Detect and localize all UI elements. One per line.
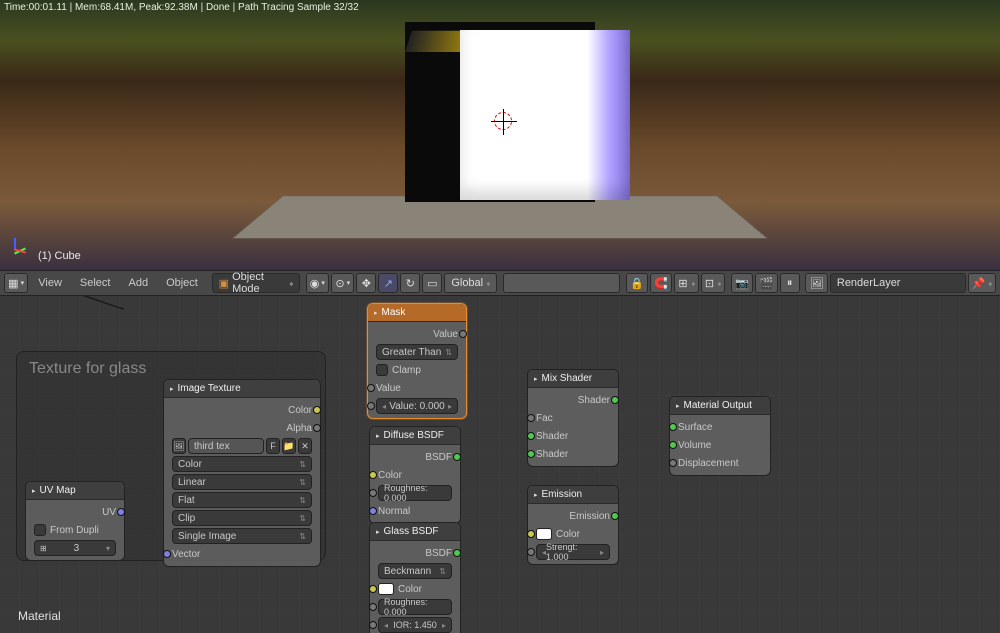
layers-group[interactable] (503, 273, 620, 293)
from-dupli-checkbox[interactable] (34, 524, 46, 536)
node-mask[interactable]: ▸Mask Value Greater Than Clamp Value ◂Va… (367, 303, 467, 419)
socket-in-displacement: Displacement (678, 458, 739, 469)
menu-object[interactable]: Object (158, 277, 206, 289)
socket-in-shader2: Shader (536, 449, 568, 460)
node-title: Mix Shader (542, 373, 593, 384)
orientation-label: Global (451, 277, 483, 289)
uvmap-select[interactable]: ⊞3▾ (34, 540, 116, 556)
renderlayer-icon[interactable]: 🖼 (805, 273, 828, 293)
snap-element[interactable]: ⊞ (674, 273, 699, 293)
mode-select[interactable]: ▣ Object Mode (212, 273, 300, 293)
manipulator-translate[interactable]: ↗ (378, 273, 398, 293)
menu-select[interactable]: Select (72, 277, 119, 289)
mode-label: Object Mode (232, 271, 286, 295)
socket-in-volume: Volume (678, 440, 711, 451)
viewport-shading-button[interactable]: ◉▾ (306, 273, 330, 293)
socket-in-value: Value (376, 383, 401, 394)
material-name-label: Material (18, 609, 61, 623)
node-title: UV Map (40, 485, 76, 496)
socket-out-bsdf: BSDF (425, 452, 452, 463)
ior-field[interactable]: ◂IOR: 1.450▸ (378, 617, 452, 633)
snap-target[interactable]: ⊡ (701, 273, 726, 293)
uvmap-name: 3 (74, 543, 80, 554)
node-title: Emission (542, 489, 583, 500)
menu-add[interactable]: Add (120, 277, 156, 289)
renderlayer-pin[interactable]: 📌 (968, 273, 997, 293)
renderlayer-field[interactable]: RenderLayer (830, 273, 966, 293)
socket-in-shader1: Shader (536, 431, 568, 442)
socket-out-emission: Emission (569, 511, 610, 522)
manipulator-rotate[interactable]: ↻ (400, 273, 420, 293)
socket-in-normal: Normal (378, 506, 410, 517)
value-field[interactable]: ◂Value: 0.000▸ (376, 398, 458, 414)
math-op-select[interactable]: Greater Than (376, 344, 458, 360)
gp-toggle[interactable]: ⏸ (780, 273, 800, 293)
color-swatch[interactable] (536, 528, 552, 540)
node-emission[interactable]: ▸Emission Emission Color ◂Strengt: 1.000… (527, 485, 619, 565)
socket-out-uv: UV (102, 507, 116, 518)
axis-gizmo (8, 238, 32, 262)
socket-out-bsdf: BSDF (425, 548, 452, 559)
menu-view[interactable]: View (30, 277, 70, 289)
node-diffuse-bsdf[interactable]: ▸Diffuse BSDF BSDF Color Roughnes: 0.000… (369, 426, 461, 524)
colorspace-select[interactable]: Color (172, 456, 312, 472)
clamp-label: Clamp (392, 365, 421, 376)
view3d-header: ▦▾ View Select Add Object ▣ Object Mode … (0, 270, 1000, 296)
strength-field[interactable]: ◂Strengt: 1.000▸ (536, 544, 610, 560)
manipulator-toggle[interactable]: ✥ (356, 273, 376, 293)
snap-toggle[interactable]: 🧲 (650, 273, 672, 293)
render-anim-button[interactable]: 🎬 (755, 273, 777, 293)
projection-select[interactable]: Flat (172, 492, 312, 508)
color-swatch[interactable] (378, 583, 394, 595)
lock-camera-button[interactable]: 🔒 (626, 273, 648, 293)
manipulator-scale[interactable]: ▭ (422, 273, 442, 293)
node-mix-shader[interactable]: ▸Mix Shader Shader Fac Shader Shader (527, 369, 619, 467)
clamp-checkbox[interactable] (376, 364, 388, 376)
socket-out-alpha: Alpha (286, 423, 312, 434)
socket-out-shader: Shader (578, 395, 610, 406)
socket-out-color: Color (288, 405, 312, 416)
cube-front (460, 30, 630, 200)
render-image-button[interactable]: 📷 (731, 273, 753, 293)
socket-out-value: Value (433, 329, 458, 340)
viewport-3d[interactable]: Time:00:01.11 | Mem:68.41M, Peak:92.38M … (0, 0, 1000, 270)
node-material-output[interactable]: ▸Material Output Surface Volume Displace… (669, 396, 771, 476)
pivot-button[interactable]: ⊙▾ (331, 273, 354, 293)
node-uv-map[interactable]: ▸UV Map UV From Dupli ⊞3▾ (25, 481, 125, 561)
node-title: Diffuse BSDF (384, 430, 444, 441)
roughness-field[interactable]: Roughnes: 0.000 (378, 599, 452, 615)
socket-in-color: Color (378, 470, 402, 481)
render-status: Time:00:01.11 | Mem:68.41M, Peak:92.38M … (4, 2, 359, 13)
socket-in-color: Color (398, 584, 422, 595)
node-editor[interactable]: Texture for glass ▸UV Map UV From Dupli … (0, 296, 1000, 633)
distribution-select[interactable]: Beckmann (378, 563, 452, 579)
source-select[interactable]: Single Image (172, 528, 312, 544)
extension-select[interactable]: Clip (172, 510, 312, 526)
image-fake-user[interactable]: F (266, 438, 280, 454)
roughness-field[interactable]: Roughnes: 0.000 (378, 485, 452, 501)
image-open-button[interactable]: 📁 (282, 438, 296, 454)
node-title: Image Texture (178, 383, 241, 394)
interp-select[interactable]: Linear (172, 474, 312, 490)
socket-in-surface: Surface (678, 422, 712, 433)
editor-type-button[interactable]: ▦▾ (4, 273, 28, 293)
node-title: Material Output (684, 400, 752, 411)
node-title: Mask (382, 307, 406, 318)
image-unlink-button[interactable]: ✕ (298, 438, 312, 454)
from-dupli-label: From Dupli (50, 525, 99, 536)
image-browse-button[interactable]: 🖼 (172, 438, 186, 454)
socket-in-vector: Vector (172, 549, 200, 560)
socket-in-fac: Fac (536, 413, 553, 424)
renderlayer-name: RenderLayer (837, 277, 901, 289)
active-object-label: (1) Cube (38, 250, 81, 262)
image-name: third tex (194, 441, 230, 452)
node-title: Glass BSDF (384, 526, 439, 537)
image-name-field[interactable]: third tex (188, 438, 264, 454)
node-image-texture[interactable]: ▸Image Texture Color Alpha 🖼 third tex F… (163, 379, 321, 567)
ground-plane (232, 196, 768, 239)
node-glass-bsdf[interactable]: ▸Glass BSDF BSDF Beckmann Color Roughnes… (369, 522, 461, 633)
socket-in-color: Color (556, 529, 580, 540)
cursor-3d-icon (494, 112, 512, 130)
orientation-select[interactable]: Global (444, 273, 497, 293)
